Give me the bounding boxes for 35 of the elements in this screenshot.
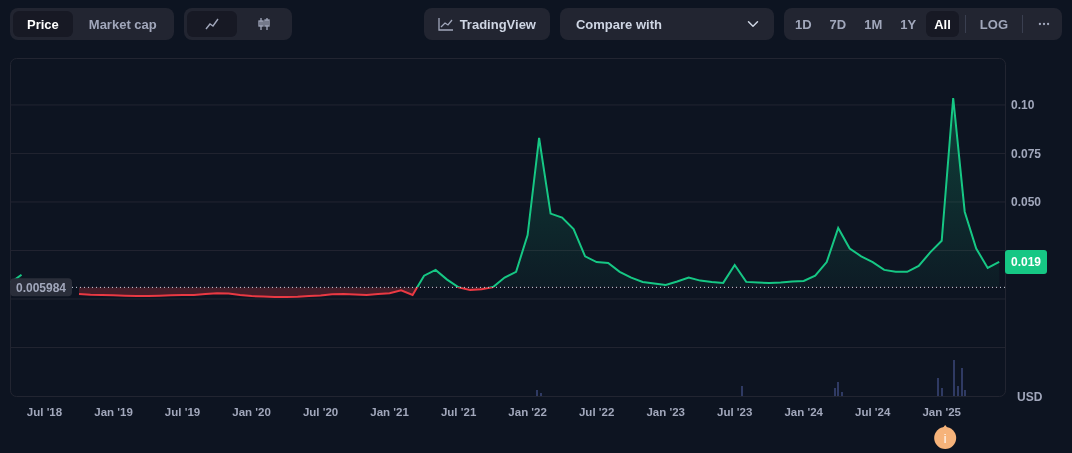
ref-line-label: 0.005984 (15, 280, 67, 295)
current-price-label: 0.019 (1005, 249, 1047, 274)
y-axis-label: 0.050 (1011, 195, 1042, 210)
chart-type-tab[interactable] (186, 11, 237, 37)
x-axis-label: Jul '23 (717, 406, 753, 418)
metric-tab[interactable]: Market cap (74, 11, 171, 37)
baseline-price-label: 0.005984 (10, 278, 72, 297)
range-tab[interactable]: 7D (821, 11, 855, 37)
x-axis-label: Jul '20 (302, 406, 339, 418)
x-axis-label: Jan '21 (370, 406, 409, 418)
x-axis-label: Jan '25 (922, 406, 961, 418)
y-axis-label: 0.075 (1011, 146, 1042, 161)
range-tab[interactable]: All (926, 11, 959, 37)
line-chart-icon (204, 17, 219, 31)
x-axis-label: Jul '18 (26, 406, 63, 418)
x-axis-label: Jul '19 (164, 406, 201, 418)
tradingview-button[interactable]: TradingView (423, 8, 550, 40)
range-tab[interactable]: 1Y (892, 11, 925, 37)
y-axis-label: 0.10 (1011, 98, 1035, 113)
range-tab[interactable]: 1M (856, 11, 891, 37)
range-tab[interactable]: 1D (787, 11, 820, 37)
x-axis-label: Jul '24 (855, 406, 891, 418)
candlestick-icon (256, 17, 271, 31)
currency-label: USD (1017, 390, 1043, 404)
x-axis-label: Jan '19 (94, 406, 133, 418)
log-scale-button[interactable]: LOG (971, 11, 1016, 37)
x-axis-label: Jan '20 (232, 406, 271, 418)
metric-tab[interactable]: Price (13, 11, 73, 37)
compare-dropdown[interactable]: Compare with (560, 8, 774, 40)
x-axis-label: Jul '22 (579, 406, 615, 418)
x-axis-label: Jan '23 (646, 406, 685, 418)
x-axis-label: Jan '22 (508, 406, 547, 418)
chart-line-icon (437, 17, 454, 31)
x-axis-label: Jul '21 (440, 406, 477, 418)
x-axis-label: Jan '24 (784, 406, 823, 418)
